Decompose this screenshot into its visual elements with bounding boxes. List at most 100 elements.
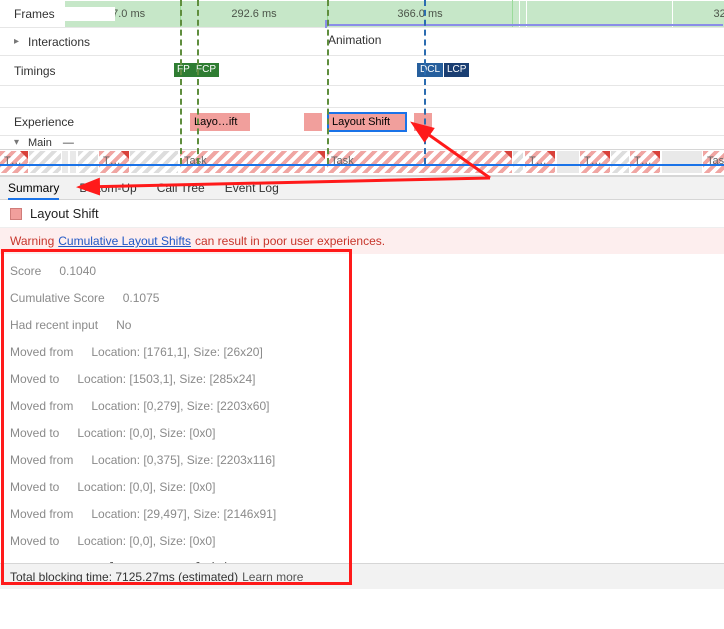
warning-rest: can result in poor user experiences.	[195, 234, 385, 248]
details-list: Score0.1040 Cumulative Score 0.1075 Had r…	[0, 254, 724, 589]
detail-label: Moved from	[10, 345, 73, 359]
detail-label: Moved from	[10, 453, 73, 467]
detail-row: Score0.1040	[10, 264, 714, 278]
long-task-icon	[317, 151, 325, 159]
track-label-timings: Timings	[0, 64, 115, 78]
tab-bottom-up[interactable]: Bottom-Up	[79, 177, 136, 199]
detail-value: Location: [0,0], Size: [0x0]	[77, 426, 215, 440]
track-label-interactions: ▸ Interactions	[0, 35, 115, 49]
detail-value: Location: [0,279], Size: [2203x60]	[91, 399, 269, 413]
track-label-main: ▾ Main —	[0, 137, 115, 149]
warning-link[interactable]: Cumulative Layout Shifts	[58, 234, 191, 248]
frame-block-2[interactable]: 292.6 ms	[181, 1, 327, 27]
task-block[interactable]	[662, 151, 702, 173]
task-block[interactable]	[70, 151, 76, 173]
main-dash: —	[63, 137, 74, 149]
task-block[interactable]	[513, 151, 523, 173]
long-task-icon	[20, 151, 28, 159]
task-block[interactable]: T…	[525, 151, 555, 173]
detail-row: Moved fromLocation: [29,497], Size: [214…	[10, 507, 714, 521]
detail-row: Cumulative Score 0.1075	[10, 291, 714, 305]
badge-fp[interactable]: FP	[174, 63, 193, 77]
detail-row: Moved fromLocation: [0,375], Size: [2203…	[10, 453, 714, 467]
track-main-tasks[interactable]: T… T… Task Task T… T… T… Task	[0, 150, 724, 176]
chevron-right-icon[interactable]: ▸	[14, 36, 24, 47]
interaction-span[interactable]	[325, 24, 723, 26]
task-block[interactable]	[78, 151, 98, 173]
timeline-panel[interactable]: Frames 467.0 ms 292.6 ms 366.0 ms 328.4	[0, 0, 724, 176]
detail-label: Moved to	[10, 372, 59, 386]
task-block[interactable]	[557, 151, 579, 173]
frame-tick	[536, 4, 541, 14]
details-tabs: Summary Bottom-Up Call Tree Event Log	[0, 176, 724, 200]
warning-row: Warning Cumulative Layout Shifts can res…	[0, 228, 724, 254]
tab-event-log[interactable]: Event Log	[225, 177, 279, 199]
task-block[interactable]	[130, 151, 178, 173]
detail-row: Moved from Location: [0,279], Size: [2203…	[10, 399, 714, 413]
detail-label: Moved to	[10, 534, 59, 548]
task-block[interactable]: Task	[703, 151, 724, 173]
footer-learn-more-link[interactable]: Learn more	[242, 570, 303, 584]
warning-prefix: Warning	[10, 234, 54, 248]
animation-label[interactable]: Animation	[328, 33, 381, 47]
detail-value: Location: [1761,1], Size: [26x20]	[91, 345, 262, 359]
frame-tick	[587, 4, 592, 14]
panel-top-border	[0, 164, 724, 166]
task-block[interactable]	[62, 151, 68, 173]
badge-lcp[interactable]: LCP	[444, 63, 469, 77]
task-block[interactable]	[611, 151, 629, 173]
event-color-swatch	[10, 208, 22, 220]
task-block[interactable]: T…	[99, 151, 129, 173]
detail-value: Location: [0,0], Size: [0x0]	[77, 480, 215, 494]
badge-dcl[interactable]: DCL	[417, 63, 443, 77]
detail-value: Location: [0,0], Size: [0x0]	[77, 534, 215, 548]
task-block[interactable]: T…	[630, 151, 660, 173]
frame-tick	[641, 4, 663, 14]
task-block[interactable]: Task	[180, 151, 325, 173]
long-task-icon	[547, 151, 555, 159]
detail-label: Moved from	[10, 399, 73, 413]
detail-label: Cumulative Score	[10, 291, 105, 305]
badge-fcp[interactable]: FCP	[193, 63, 219, 77]
layout-shift-block-1[interactable]: Layo…ift	[190, 113, 250, 131]
task-block[interactable]	[29, 151, 61, 173]
track-spacer	[0, 86, 724, 108]
layout-shift-block-selected[interactable]: Layout Shift	[328, 113, 406, 131]
detail-label: Moved from	[10, 507, 73, 521]
detail-label: Had recent input	[10, 318, 98, 332]
frame-tick	[544, 4, 549, 14]
chevron-down-icon[interactable]: ▾	[14, 137, 24, 148]
tab-call-tree[interactable]: Call Tree	[157, 177, 205, 199]
detail-value: 0.1075	[123, 291, 160, 305]
detail-label: Score	[10, 264, 41, 278]
layout-shift-block-small[interactable]	[304, 113, 322, 131]
frame-tick	[528, 4, 533, 14]
long-task-icon	[652, 151, 660, 159]
track-timings[interactable]: Timings FP FCP DCL LCP	[0, 56, 724, 86]
detail-row: Moved to Location: [0,0], Size: [0x0]	[10, 534, 714, 548]
track-main-header[interactable]: ▾ Main —	[0, 136, 724, 150]
task-block[interactable]: T…	[0, 151, 28, 173]
detail-row: Moved to Location: [0,0], Size: [0x0]	[10, 426, 714, 440]
interactions-text: Interactions	[28, 35, 90, 49]
track-experience[interactable]: Experience Layo…ift Layout Shift	[0, 108, 724, 136]
frame-tick	[603, 4, 608, 14]
task-block[interactable]: Task	[327, 151, 512, 173]
frame-tick	[568, 4, 584, 14]
long-task-icon	[504, 151, 512, 159]
detail-label: Moved to	[10, 426, 59, 440]
detail-row: Moved toLocation: [0,0], Size: [0x0]	[10, 480, 714, 494]
tab-summary[interactable]: Summary	[8, 177, 59, 199]
frame-tick	[595, 4, 600, 14]
task-block[interactable]: T…	[580, 151, 610, 173]
track-label-frames: Frames	[0, 7, 115, 21]
detail-value: Location: [1503,1], Size: [285x24]	[77, 372, 255, 386]
track-interactions[interactable]: ▸ Interactions Animation	[0, 28, 724, 56]
main-text: Main	[28, 137, 52, 149]
frame-tick	[615, 4, 637, 14]
layout-shift-block-trail[interactable]	[414, 113, 432, 131]
footer-text: Total blocking time: 7125.27ms (estimate…	[10, 570, 238, 584]
event-title: Layout Shift	[30, 206, 99, 221]
interaction-span-start	[325, 20, 327, 28]
event-header: Layout Shift	[0, 200, 724, 228]
